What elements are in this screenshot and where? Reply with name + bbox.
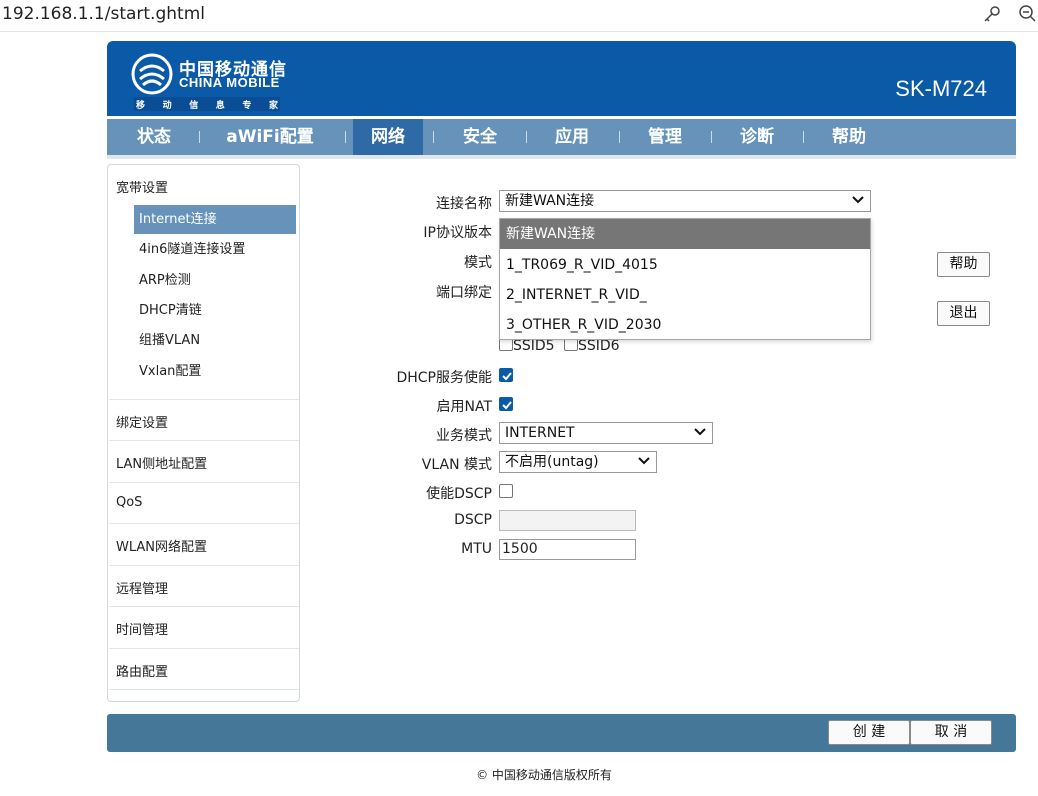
chevron-down-icon: [852, 196, 864, 204]
connection-name-dropdown: 新建WAN连接 1_TR069_R_VID_4015 2_INTERNET_R_…: [499, 218, 871, 340]
nav-status[interactable]: 状态: [117, 119, 191, 155]
sidebar-item-multicast-vlan[interactable]: 组播VLAN: [134, 326, 296, 355]
dhcp-label: DHCP服务使能: [396, 370, 492, 386]
dhcp-checkbox[interactable]: [499, 368, 513, 382]
dropdown-option[interactable]: 3_OTHER_R_VID_2030: [500, 310, 870, 340]
china-mobile-logo-icon: [131, 53, 173, 95]
brand-tagline: 移 动 信 息 专 家: [134, 97, 280, 111]
action-bar: 创 建 取 消: [107, 714, 1016, 752]
dscp-label: DSCP: [454, 512, 492, 528]
vlan-mode-select[interactable]: 不启用(untag): [499, 451, 657, 473]
main-nav: 状态 aWiFi配置 网络 安全 应用 管理 诊断 帮助: [107, 119, 1016, 155]
dscp-input[interactable]: [499, 510, 636, 531]
vlan-mode-label: VLAN 模式: [421, 457, 492, 473]
service-mode-select[interactable]: INTERNET: [499, 422, 713, 444]
zoom-icon[interactable]: [1018, 4, 1038, 24]
nav-help[interactable]: 帮助: [810, 119, 888, 155]
check-icon: [502, 401, 512, 410]
sidebar-group-binding[interactable]: 绑定设置: [116, 412, 168, 431]
sidebar-item-4in6[interactable]: 4in6隧道连接设置: [134, 235, 296, 264]
sidebar-group-lan[interactable]: LAN侧地址配置: [116, 453, 207, 472]
service-mode-label: 业务模式: [436, 428, 492, 444]
mtu-input[interactable]: 1500: [499, 539, 636, 560]
ip-version-label: IP协议版本: [423, 225, 492, 241]
sidebar-item-arp[interactable]: ARP检测: [134, 266, 296, 295]
sidebar-group-time[interactable]: 时间管理: [116, 619, 168, 638]
copyright: © 中国移动通信版权所有: [476, 768, 612, 782]
device-model: SK-M724: [895, 76, 987, 101]
nav-management[interactable]: 管理: [626, 119, 704, 155]
sidebar-group-wlan[interactable]: WLAN网络配置: [116, 536, 207, 555]
dscp-enable-label: 使能DSCP: [426, 486, 492, 502]
url-text[interactable]: 192.168.1.1/start.ghtml: [2, 4, 205, 24]
connection-name-label: 连接名称: [436, 196, 492, 212]
help-button[interactable]: 帮助: [937, 252, 990, 277]
sidebar-group-routing[interactable]: 路由配置: [116, 661, 168, 680]
create-button[interactable]: 创 建: [828, 720, 910, 745]
dropdown-option[interactable]: 2_INTERNET_R_VID_: [500, 280, 870, 310]
sidebar-item-internet[interactable]: Internet连接: [134, 205, 296, 234]
sidebar-group-remote[interactable]: 远程管理: [116, 578, 168, 597]
sidebar-item-vxlan[interactable]: Vxlan配置: [134, 357, 296, 386]
logout-button[interactable]: 退出: [937, 301, 990, 326]
mtu-label: MTU: [461, 541, 492, 557]
nav-network[interactable]: 网络: [353, 119, 423, 155]
chevron-down-icon: [638, 457, 650, 465]
nav-awifi[interactable]: aWiFi配置: [207, 119, 333, 155]
chevron-down-icon: [694, 428, 706, 436]
sidebar-item-dhcp[interactable]: DHCP清链: [134, 296, 296, 325]
check-icon: [502, 372, 512, 381]
browser-address-bar: 192.168.1.1/start.ghtml: [0, 0, 1038, 32]
key-icon[interactable]: [982, 4, 1002, 24]
nav-diagnosis[interactable]: 诊断: [718, 119, 796, 155]
ssid5-label: SSID5: [513, 338, 555, 354]
port-binding-label: 端口绑定: [436, 285, 492, 301]
nav-shadow: [107, 155, 1016, 159]
connection-name-select[interactable]: 新建WAN连接: [499, 190, 871, 212]
sidebar-group-broadband[interactable]: 宽带设置: [116, 177, 168, 196]
header-banner: 中国移动通信 CHINA MOBILE 移 动 信 息 专 家 SK-M724: [107, 41, 1016, 116]
sidebar: 宽带设置 Internet连接 4in6隧道连接设置 ARP检测 DHCP清链 …: [107, 164, 300, 702]
sidebar-group-qos[interactable]: QoS: [116, 495, 142, 510]
nat-checkbox[interactable]: [499, 397, 513, 411]
dropdown-option[interactable]: 1_TR069_R_VID_4015: [500, 250, 870, 280]
dropdown-option[interactable]: 新建WAN连接: [500, 219, 870, 249]
dscp-enable-checkbox[interactable]: [499, 484, 513, 498]
nat-label: 启用NAT: [436, 399, 492, 415]
nav-application[interactable]: 应用: [533, 119, 611, 155]
cancel-button[interactable]: 取 消: [910, 720, 992, 745]
brand-en: CHINA MOBILE: [179, 75, 280, 90]
mode-label: 模式: [464, 255, 492, 271]
nav-security[interactable]: 安全: [441, 119, 519, 155]
ssid6-label: SSID6: [578, 338, 620, 354]
